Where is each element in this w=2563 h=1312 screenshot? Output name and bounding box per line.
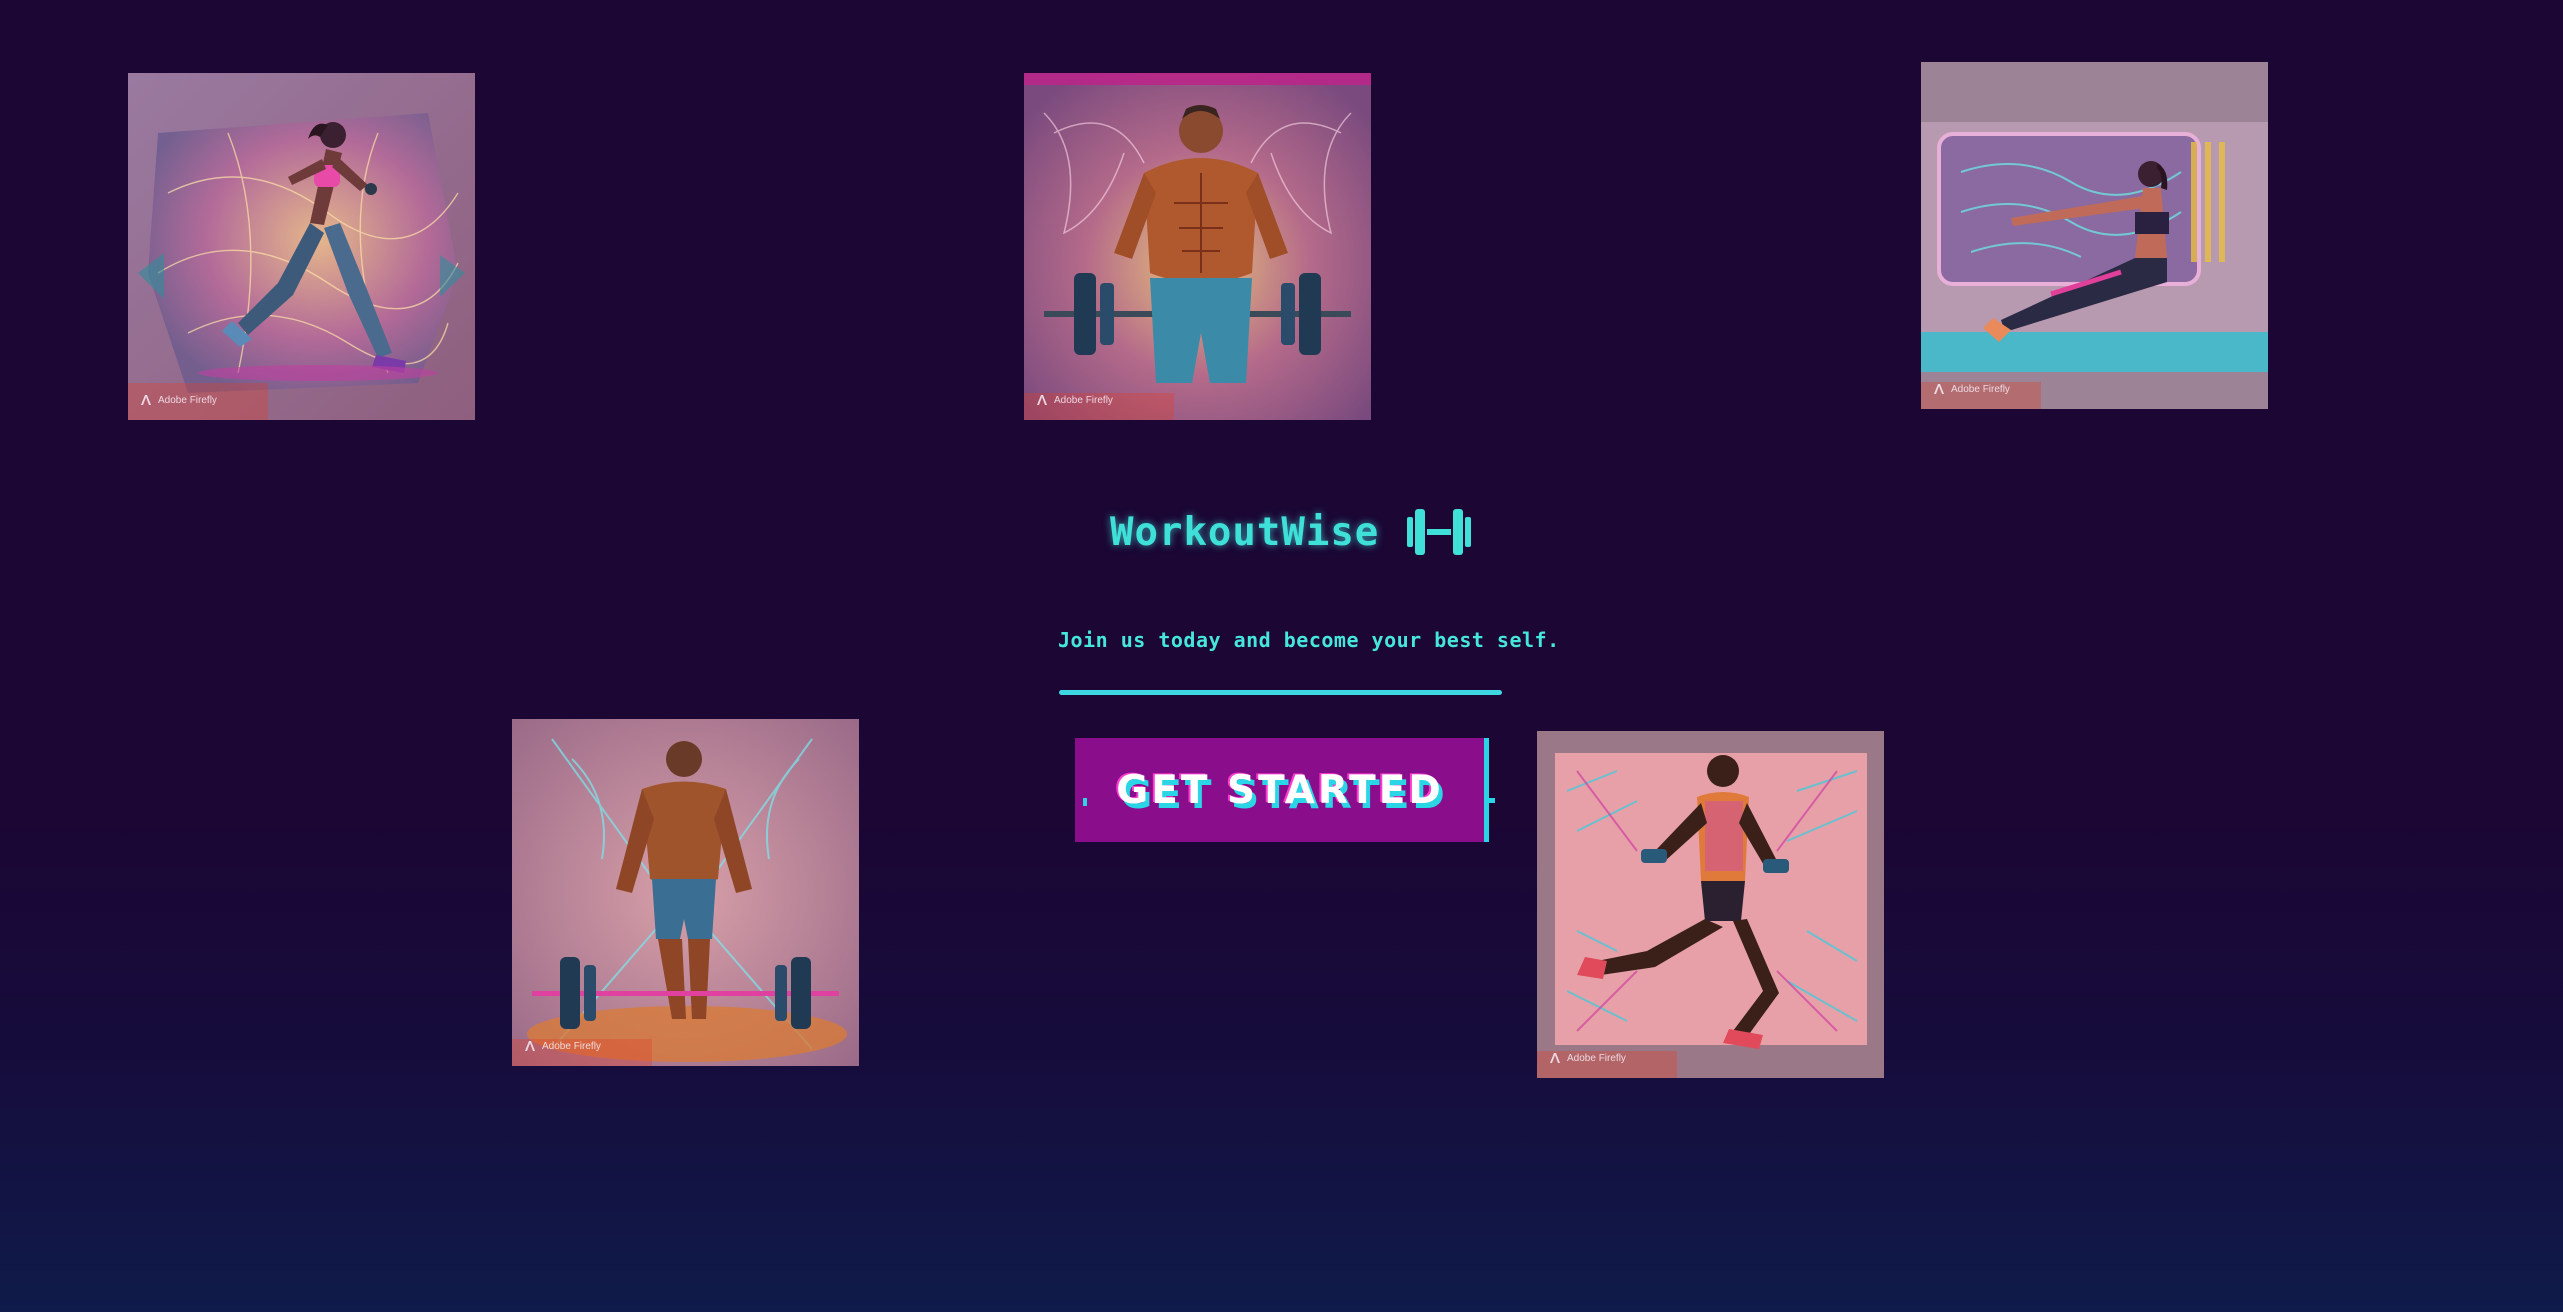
button-glitch-mark: [1489, 798, 1495, 803]
adobe-logo-icon: [1037, 395, 1047, 405]
hero-tagline: Join us today and become your best self.: [1058, 628, 1560, 652]
gallery-image-deadlift-athlete: Adobe Firefly: [512, 719, 859, 1066]
watermark-label: Adobe Firefly: [158, 394, 217, 406]
watermark-label: Adobe Firefly: [1054, 394, 1113, 406]
seated-stretch-illustration: [1921, 62, 2268, 409]
watermark-label: Adobe Firefly: [542, 1040, 601, 1052]
adobe-logo-icon: [1550, 1053, 1560, 1063]
adobe-logo-icon: [525, 1041, 535, 1051]
button-accent-bar: [1484, 738, 1489, 842]
brand-name: WorkoutWise: [1110, 509, 1380, 555]
image-watermark: Adobe Firefly: [1036, 394, 1113, 406]
image-watermark: Adobe Firefly: [140, 394, 217, 406]
dumbbell-runner-illustration: [1537, 731, 1884, 1078]
image-watermark: Adobe Firefly: [524, 1040, 601, 1052]
barbell-lifter-illustration: [1024, 73, 1371, 420]
deadlift-athlete-illustration: [512, 719, 859, 1066]
brand-logo[interactable]: WorkoutWise: [1110, 505, 1475, 559]
adobe-logo-icon: [1934, 384, 1944, 394]
get-started-label: GET STARTED: [1116, 768, 1444, 813]
get-started-button[interactable]: GET STARTED: [1075, 738, 1495, 842]
watermark-label: Adobe Firefly: [1951, 383, 2010, 395]
gallery-image-seated-stretch: Adobe Firefly: [1921, 62, 2268, 409]
gallery-image-runner: Adobe Firefly: [128, 73, 475, 420]
adobe-logo-icon: [141, 395, 151, 405]
dumbbell-icon: [1403, 505, 1475, 559]
runner-illustration: [128, 73, 475, 420]
image-watermark: Adobe Firefly: [1549, 1052, 1626, 1064]
gallery-image-dumbbell-runner: Adobe Firefly: [1537, 731, 1884, 1078]
image-watermark: Adobe Firefly: [1933, 383, 2010, 395]
tagline-divider: [1059, 690, 1502, 695]
gallery-image-barbell-lifter: Adobe Firefly: [1024, 73, 1371, 420]
watermark-label: Adobe Firefly: [1567, 1052, 1626, 1064]
